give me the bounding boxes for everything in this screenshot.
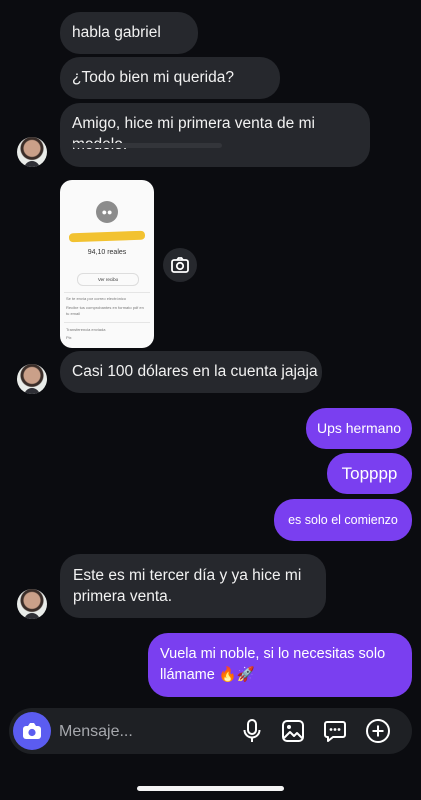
camera-icon xyxy=(171,257,189,273)
message-incoming[interactable]: Este es mi tercer día y ya hice mi prime… xyxy=(60,554,326,618)
message-composer xyxy=(9,708,412,754)
message-incoming[interactable]: Amigo, hice mi primera venta de mi model… xyxy=(60,103,370,167)
receipt-note: Recibe tus comprobantes en formato pdf e… xyxy=(66,305,144,316)
receipt-note: Se te envía por correo electrónico xyxy=(66,296,127,301)
reply-preview xyxy=(72,143,222,148)
add-button[interactable] xyxy=(364,717,392,745)
message-text: Este es mi tercer día y ya hice mi prime… xyxy=(73,567,302,605)
home-indicator[interactable] xyxy=(137,786,284,791)
message-incoming[interactable]: habla gabriel xyxy=(60,12,198,54)
message-input[interactable] xyxy=(57,716,231,748)
view-receipt-button: Ver recibo xyxy=(77,273,139,286)
message-text: habla gabriel xyxy=(72,24,161,41)
message-outgoing[interactable]: Ups hermano xyxy=(306,408,412,449)
image-icon xyxy=(282,720,304,742)
message-outgoing[interactable]: es solo el comienzo xyxy=(274,499,412,541)
message-text: Topppp xyxy=(341,464,398,483)
camera-icon xyxy=(23,723,41,739)
redaction-scribble xyxy=(68,230,146,243)
receipt-image[interactable]: ●● 94,10 reales Ver recibo Se te envía p… xyxy=(60,180,154,348)
message-text: Vuela mi noble, si lo necesitas solo llá… xyxy=(160,646,386,683)
avatar[interactable] xyxy=(17,589,47,619)
plus-icon xyxy=(366,719,390,743)
message-outgoing[interactable]: Vuela mi noble, si lo necesitas solo llá… xyxy=(148,633,412,697)
receipt-amount: 94,10 reales xyxy=(87,249,127,256)
receipt-status: Transferencia enviada xyxy=(66,327,106,332)
message-outgoing[interactable]: Topppp xyxy=(327,453,412,494)
message-incoming[interactable]: ¿Todo bien mi querida? xyxy=(60,57,280,99)
camera-button[interactable] xyxy=(13,712,51,750)
bank-logo-icon: ●● xyxy=(96,201,118,223)
message-text: Casi 100 dólares en la cuenta jajaja xyxy=(72,363,318,380)
message-text: ¿Todo bien mi querida? xyxy=(72,69,234,86)
message-text: es solo el comienzo xyxy=(288,513,398,527)
avatar[interactable] xyxy=(17,137,47,167)
microphone-icon xyxy=(243,719,261,742)
camera-reply-button[interactable] xyxy=(163,248,197,282)
sticker-button[interactable] xyxy=(321,717,349,745)
message-text: Ups hermano xyxy=(316,420,402,436)
message-incoming[interactable]: Casi 100 dólares en la cuenta jajaja xyxy=(60,351,322,393)
sticker-icon xyxy=(324,721,346,742)
receipt-status-sub: Pix xyxy=(66,335,72,340)
gallery-button[interactable] xyxy=(279,717,307,745)
microphone-button[interactable] xyxy=(238,717,266,745)
avatar[interactable] xyxy=(17,364,47,394)
